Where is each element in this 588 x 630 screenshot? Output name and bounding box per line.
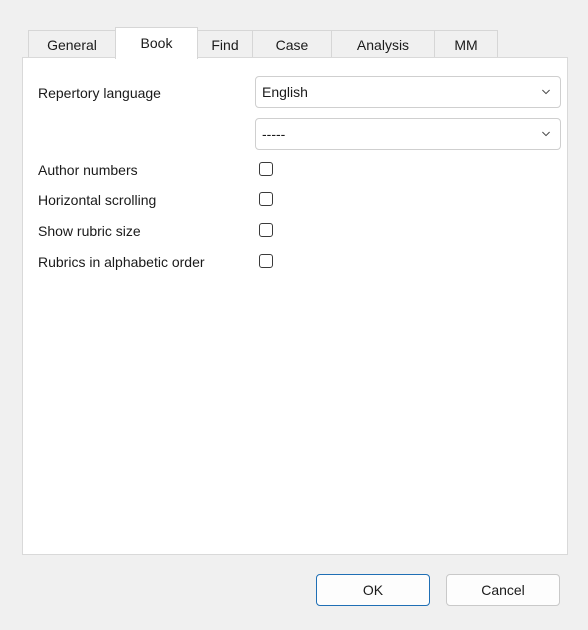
- secondary-select[interactable]: -----: [255, 118, 561, 150]
- tab-case[interactable]: Case: [252, 30, 332, 58]
- ok-button[interactable]: OK: [316, 574, 430, 606]
- repertory-language-value: English: [262, 84, 308, 100]
- tab-analysis[interactable]: Analysis: [331, 30, 435, 58]
- rubrics-alphabetic-checkbox[interactable]: [259, 254, 273, 268]
- tab-bar: General Book Find Case Analysis MM: [28, 27, 498, 59]
- horizontal-scrolling-label: Horizontal scrolling: [38, 192, 157, 208]
- author-numbers-checkbox[interactable]: [259, 162, 273, 176]
- cancel-button[interactable]: Cancel: [446, 574, 560, 606]
- show-rubric-size-label: Show rubric size: [38, 223, 141, 239]
- horizontal-scrolling-checkbox[interactable]: [259, 192, 273, 206]
- repertory-language-select[interactable]: English: [255, 76, 561, 108]
- chevron-down-icon: [542, 131, 550, 137]
- secondary-select-value: -----: [262, 126, 286, 142]
- chevron-down-icon: [542, 89, 550, 95]
- options-dialog: General Book Find Case Analysis MM Reper…: [0, 0, 588, 630]
- tab-book[interactable]: Book: [115, 27, 198, 59]
- author-numbers-label: Author numbers: [38, 162, 138, 178]
- show-rubric-size-checkbox[interactable]: [259, 223, 273, 237]
- book-settings-panel: Repertory language English ----- Author …: [22, 57, 568, 555]
- tab-mm[interactable]: MM: [434, 30, 498, 58]
- rubrics-alphabetic-label: Rubrics in alphabetic order: [38, 254, 205, 270]
- tab-find[interactable]: Find: [197, 30, 253, 58]
- tab-general[interactable]: General: [28, 30, 116, 58]
- repertory-language-label: Repertory language: [38, 85, 161, 101]
